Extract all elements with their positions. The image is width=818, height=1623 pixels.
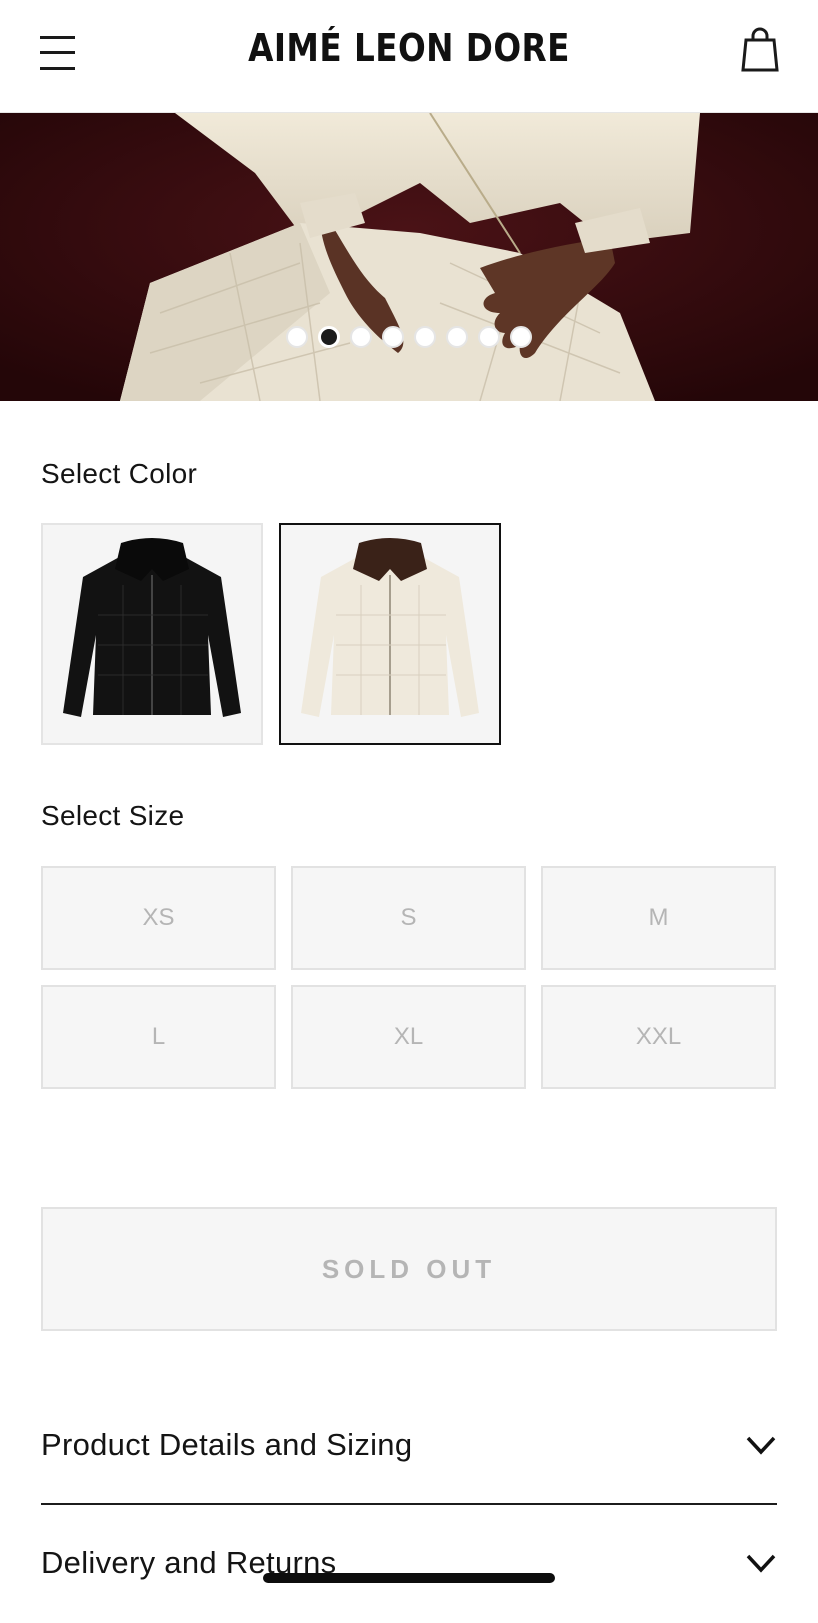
- select-size-label: Select Size: [41, 800, 185, 831]
- size-option[interactable]: M: [541, 866, 776, 970]
- carousel-dot[interactable]: [478, 326, 500, 348]
- black-jacket-thumbnail: [63, 538, 241, 717]
- chevron-down-icon: [746, 1436, 776, 1455]
- carousel-dot[interactable]: [286, 326, 308, 348]
- carousel-dot[interactable]: [318, 326, 340, 348]
- carousel-indicators: [0, 326, 818, 348]
- brand-logo[interactable]: AIMÉ LEON DORE: [57, 26, 760, 70]
- size-option[interactable]: L: [41, 985, 276, 1089]
- carousel-dot[interactable]: [446, 326, 468, 348]
- shopping-bag-icon[interactable]: [740, 26, 780, 74]
- cream-jacket-thumbnail: [301, 538, 479, 717]
- select-color-label: Select Color: [41, 458, 198, 489]
- sold-out-button[interactable]: SOLD OUT: [41, 1207, 777, 1331]
- carousel-dot[interactable]: [350, 326, 372, 348]
- carousel-dot[interactable]: [510, 326, 532, 348]
- size-option[interactable]: XXL: [541, 985, 776, 1089]
- accordion-product-details[interactable]: Product Details and Sizing: [41, 1387, 777, 1505]
- hero-photo: [0, 113, 818, 401]
- size-option[interactable]: S: [291, 866, 526, 970]
- carousel-dot[interactable]: [382, 326, 404, 348]
- site-header: AIMÉ LEON DORE: [0, 0, 818, 113]
- home-indicator[interactable]: [263, 1573, 555, 1583]
- carousel-dot[interactable]: [414, 326, 436, 348]
- accordion-delivery-returns[interactable]: Delivery and Returns: [41, 1505, 777, 1623]
- accordion-title: Product Details and Sizing: [41, 1427, 413, 1462]
- product-hero-image[interactable]: [0, 113, 818, 401]
- size-option[interactable]: XL: [291, 985, 526, 1089]
- size-grid: XS S M L XL XXL: [41, 866, 777, 1089]
- color-option-cream[interactable]: [279, 523, 501, 745]
- size-option[interactable]: XS: [41, 866, 276, 970]
- color-option-black[interactable]: [41, 523, 263, 745]
- chevron-down-icon: [746, 1554, 776, 1573]
